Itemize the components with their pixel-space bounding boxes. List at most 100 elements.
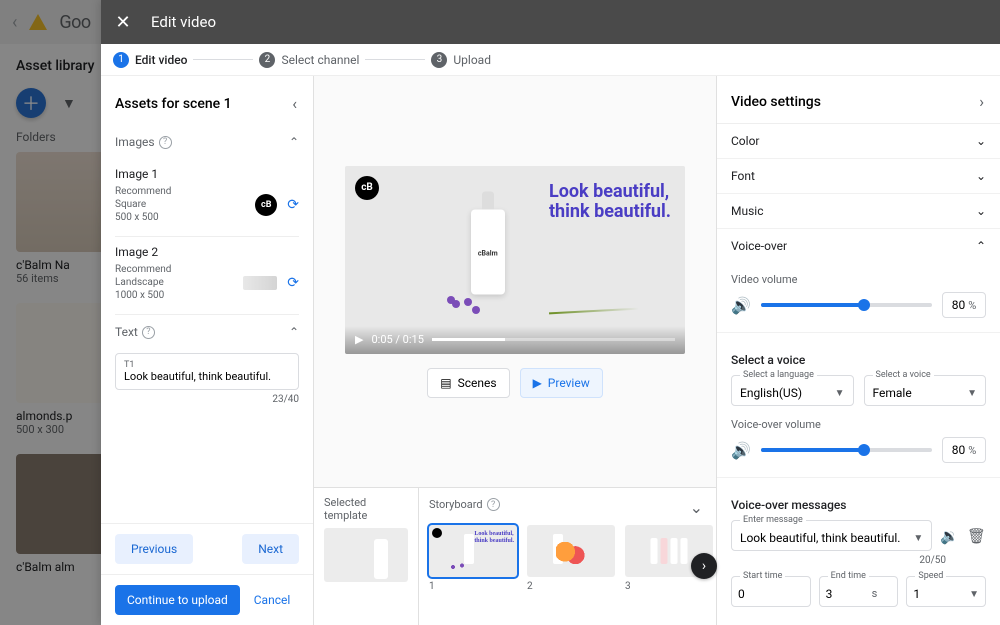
dropdown-arrow-icon: ▼ (835, 388, 845, 399)
message-value: Look beautiful, think beautiful. (740, 531, 900, 545)
sb1-lavender (447, 563, 477, 571)
start-label: Start time (740, 571, 785, 581)
start-value: 0 (738, 587, 745, 601)
vo-volume-input[interactable]: 80% (942, 437, 986, 463)
t1-label: T1 (124, 360, 290, 370)
rec-line: Landscape (115, 276, 171, 289)
center-panel: cB cBalm Look beautiful, think beautiful… (314, 76, 716, 625)
next-button[interactable]: Next (242, 534, 299, 564)
step-edit-video[interactable]: 1 Edit video (113, 52, 187, 68)
scenes-icon: ▤ (440, 376, 451, 390)
section-voice-over[interactable]: Voice-over ⌃ (717, 229, 1000, 263)
play-icon[interactable]: ▶ (355, 333, 363, 346)
t1-value: Look beautiful, think beautiful. (124, 370, 290, 383)
assets-scroll: Images ? ⌃ Image 1 Recommend Square 500 … (101, 125, 313, 523)
stepper: 1 Edit video 2 Select channel 3 Upload (101, 44, 1000, 76)
volume-icon[interactable]: 🔊 (731, 441, 751, 460)
scenes-label: Scenes (458, 376, 497, 390)
images-section-header[interactable]: Images ? ⌃ (115, 125, 299, 159)
step-upload[interactable]: 3 Upload (431, 52, 491, 68)
chevron-down-icon: ⌄ (976, 204, 986, 218)
video-volume-input[interactable]: 80% (942, 292, 986, 318)
step-connector (365, 59, 425, 60)
rec-line: Square (115, 198, 171, 211)
close-icon[interactable]: ✕ (109, 8, 137, 36)
end-time-input[interactable]: End time 3 s (819, 576, 899, 607)
language-select[interactable]: Select a language English(US) ▼ (731, 375, 854, 406)
preview-buttons: ▤ Scenes ▶ Preview (427, 368, 602, 398)
rec-line: Recommend (115, 263, 171, 276)
storyboard-pane: Storyboard ? ⌄ Look beautiful,think beau… (419, 488, 723, 625)
video-time: 0:05 / 0:15 (371, 333, 423, 346)
image1-thumb[interactable]: cB (255, 194, 277, 216)
video-volume-slider[interactable] (761, 303, 932, 307)
speed-label: Speed (915, 571, 946, 581)
storyboard-frame-1[interactable]: Look beautiful,think beautiful. 1 (429, 525, 517, 592)
start-time-input[interactable]: Start time 0 (731, 576, 811, 607)
voice-select[interactable]: Select a voice Female ▼ (864, 375, 987, 406)
select-voice-section: Select a voice Select a language English… (717, 333, 1000, 478)
storyboard-next-icon[interactable]: › (691, 553, 717, 579)
message-counter: 20/50 (731, 555, 946, 566)
speed-select[interactable]: Speed 1 ▼ (906, 576, 986, 607)
volume-icon[interactable]: 🔊 (731, 296, 751, 315)
help-icon[interactable]: ? (159, 136, 172, 149)
dropdown-arrow-icon: ▼ (913, 533, 923, 544)
help-icon[interactable]: ? (142, 326, 155, 339)
image2-label: Image 2 (115, 245, 299, 259)
selected-template-label: Selected template (324, 496, 408, 522)
preview-button[interactable]: ▶ Preview (520, 368, 603, 398)
section-music[interactable]: Music ⌄ (717, 194, 1000, 229)
sb-number: 3 (625, 581, 713, 592)
collapse-left-icon[interactable]: ‹ (290, 92, 299, 115)
scenes-button[interactable]: ▤ Scenes (427, 368, 509, 398)
t1-input[interactable]: T1 Look beautiful, think beautiful. (115, 353, 299, 390)
end-label: End time (828, 571, 869, 581)
message-input[interactable]: Enter message Look beautiful, think beau… (731, 520, 932, 551)
video-settings-panel: Video settings › Color ⌄ Font ⌄ Music ⌄ … (716, 76, 1000, 625)
settings-header[interactable]: Video settings › (717, 76, 1000, 124)
delete-icon[interactable]: 🗑 (967, 527, 986, 545)
swap-icon[interactable]: ⟳ (287, 275, 299, 291)
chevron-up-icon: ⌃ (976, 239, 986, 253)
dialog-header: ✕ Edit video (101, 0, 1000, 44)
section-font[interactable]: Font ⌄ (717, 159, 1000, 194)
step-label: Upload (453, 53, 491, 67)
voice-messages-section: Voice-over messages Enter message Look b… (717, 478, 1000, 621)
text-label: Text (115, 325, 138, 339)
product-bottle: cBalm (471, 209, 505, 294)
continue-button[interactable]: Continue to upload (115, 585, 240, 615)
storyboard-frame-2[interactable]: 2 (527, 525, 615, 592)
step-select-channel[interactable]: 2 Select channel (259, 52, 359, 68)
vo-volume-slider[interactable] (761, 448, 932, 452)
swap-icon[interactable]: ⟳ (287, 197, 299, 213)
chevron-down-icon: ⌄ (976, 134, 986, 148)
headline-line1: Look beautiful, (549, 182, 671, 203)
select-voice-title: Select a voice (731, 353, 986, 367)
edit-video-dialog: ✕ Edit video 1 Edit video 2 Select chann… (101, 0, 1000, 625)
preview-label: Preview (548, 376, 590, 390)
section-color[interactable]: Color ⌄ (717, 124, 1000, 159)
cancel-button[interactable]: Cancel (254, 593, 291, 607)
video-seek-bar[interactable] (432, 338, 675, 341)
chevron-right-icon: › (977, 90, 986, 113)
template-thumbnail[interactable] (324, 528, 408, 582)
dialog-body: Assets for scene 1 ‹ Images ? ⌃ Image 1 … (101, 76, 1000, 625)
storyboard-row: Look beautiful,think beautiful. 1 2 (429, 525, 713, 592)
chevron-up-icon: ⌃ (289, 135, 299, 149)
step-number-icon: 2 (259, 52, 275, 68)
settings-title: Video settings (731, 94, 821, 110)
images-label: Images (115, 135, 155, 149)
previous-button[interactable]: Previous (115, 534, 193, 564)
image2-thumb[interactable] (243, 276, 277, 290)
rec-line: 500 x 500 (115, 211, 171, 224)
step-number-icon: 3 (431, 52, 447, 68)
play-voice-icon[interactable]: 🔉 (940, 527, 959, 545)
chevron-down-icon[interactable]: ⌄ (688, 496, 705, 519)
section-label: Voice-over (731, 239, 787, 253)
help-icon[interactable]: ? (487, 498, 500, 511)
video-frame[interactable]: cB cBalm Look beautiful, think beautiful… (345, 166, 685, 354)
video-headline: Look beautiful, think beautiful. (549, 182, 671, 223)
text-section-header[interactable]: Text ? ⌃ (115, 315, 299, 349)
section-label: Color (731, 134, 759, 148)
